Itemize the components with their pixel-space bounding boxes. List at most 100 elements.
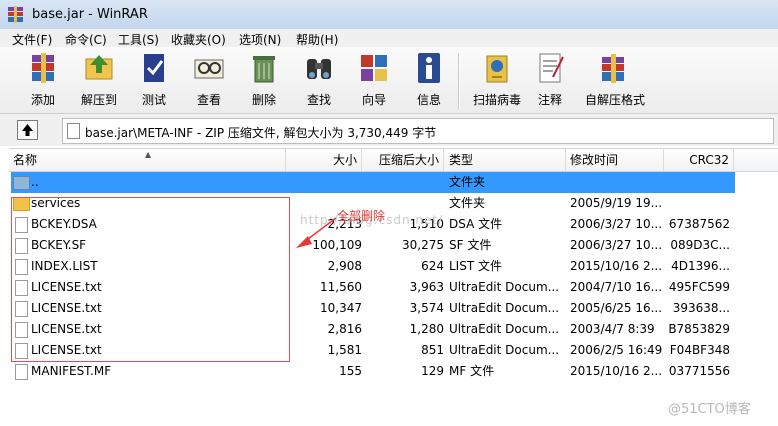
- test-button[interactable]: 测试: [130, 51, 178, 108]
- file-type: LIST 文件: [449, 259, 502, 273]
- extract-to-label: 解压到: [80, 93, 117, 107]
- test-label: 测试: [141, 93, 166, 107]
- delete-icon: [253, 56, 275, 83]
- scan-virus-label: 扫描病毒: [472, 93, 521, 107]
- wizard-icon: [361, 55, 387, 81]
- file-row[interactable]: MANIFEST.MF 155 129 MF 文件 2015/10/16 2... 037…: [9, 361, 778, 382]
- file-crc: [664, 193, 730, 214]
- file-modified: 2004/7/10 16...: [570, 280, 662, 294]
- file-packed: [362, 172, 444, 193]
- menu-help[interactable]: 帮助(H): [296, 31, 338, 48]
- file-type: UltraEdit Docum...: [449, 280, 560, 294]
- path-bar: base.jar\META-INF - ZIP 压缩文件, 解包大小为 3,73…: [0, 114, 778, 146]
- file-type: 文件夹: [449, 175, 486, 189]
- binoculars-icon: [307, 59, 331, 79]
- scan-virus-button[interactable]: 扫描病毒: [468, 51, 526, 108]
- file-modified: 2006/3/27 10...: [570, 217, 662, 231]
- file-packed: 3,574: [409, 301, 444, 315]
- add-label: 添加: [30, 93, 55, 107]
- file-crc: [664, 172, 730, 193]
- view-icon: [194, 59, 224, 79]
- archive-path-field[interactable]: base.jar\META-INF - ZIP 压缩文件, 解包大小为 3,73…: [62, 118, 774, 144]
- annotation-label: 全部删除: [337, 209, 386, 223]
- extract-to-button[interactable]: 解压到: [75, 51, 123, 108]
- column-size[interactable]: 大小: [286, 149, 362, 171]
- file-type: UltraEdit Docum...: [449, 343, 560, 357]
- file-size: 11,560: [320, 280, 362, 294]
- column-header: 名称 ▲ 大小 压缩后大小 类型 修改时间 CRC32: [9, 149, 778, 172]
- menu-options[interactable]: 选项(N): [239, 31, 281, 48]
- file-modified: 2006/3/27 10...: [570, 238, 662, 252]
- wizard-button[interactable]: 向导: [350, 51, 398, 108]
- file-size: [286, 172, 362, 193]
- annotation-highlight-box: [11, 197, 290, 362]
- delete-label: 删除: [251, 93, 276, 107]
- window-title: base.jar - WinRAR: [32, 7, 148, 22]
- column-packed[interactable]: 压缩后大小: [362, 149, 444, 171]
- file-row[interactable]: .. 文件夹: [9, 172, 778, 193]
- wizard-label: 向导: [361, 93, 386, 107]
- comment-label: 注释: [537, 93, 562, 107]
- file-modified: 2015/10/16 2...: [570, 364, 662, 378]
- toolbar: 添加 解压到 测试 查看 删除 查找 向导 信息 扫描病毒 注释 自解压格式: [0, 47, 778, 114]
- column-crc32[interactable]: CRC32: [664, 149, 734, 171]
- file-type: UltraEdit Docum...: [449, 322, 560, 336]
- view-label: 查看: [196, 93, 221, 107]
- menu-file[interactable]: 文件(F): [12, 31, 52, 48]
- file-packed: 30,275: [402, 238, 444, 252]
- find-button[interactable]: 查找: [295, 51, 343, 108]
- file-crc: 03771556: [668, 364, 730, 378]
- file-modified: 2005/9/19 19...: [570, 196, 662, 210]
- view-button[interactable]: 查看: [185, 51, 233, 108]
- annotation-arrow-icon: [296, 217, 337, 248]
- file-packed: 624: [421, 259, 444, 273]
- file-name: MANIFEST.MF: [31, 364, 112, 378]
- find-label: 查找: [306, 93, 331, 107]
- info-button[interactable]: 信息: [405, 51, 453, 108]
- file-modified: 2003/4/7 8:39: [570, 322, 655, 336]
- extract-icon: [85, 55, 113, 80]
- file-type: MF 文件: [449, 364, 495, 378]
- file-size: 2,816: [327, 322, 362, 336]
- sort-ascending-icon: ▲: [145, 150, 152, 159]
- toolbar-separator: [458, 53, 460, 109]
- menu-commands[interactable]: 命令(C): [65, 31, 107, 48]
- file-packed: 3,963: [409, 280, 444, 294]
- menu-tools[interactable]: 工具(S): [118, 31, 159, 48]
- column-type[interactable]: 类型: [444, 149, 566, 171]
- file-crc: 393638...: [672, 301, 730, 315]
- zip-file-icon: [67, 123, 80, 139]
- file-type: SF 文件: [449, 238, 492, 252]
- file-size: 155: [339, 364, 362, 378]
- winrar-app-icon: [8, 6, 23, 23]
- file-packed: 851: [421, 343, 444, 357]
- file-modified: 2006/2/5 16:49: [570, 343, 662, 357]
- comment-icon: [539, 53, 564, 83]
- sfx-button[interactable]: 自解压格式: [585, 51, 646, 108]
- file-modified: 2015/10/16 2...: [570, 259, 662, 273]
- up-one-level-button[interactable]: [17, 120, 38, 140]
- menu-favorites[interactable]: 收藏夹(O): [171, 31, 226, 48]
- title-bar: base.jar - WinRAR: [0, 0, 778, 30]
- add-button[interactable]: 添加: [19, 51, 67, 108]
- file-type: UltraEdit Docum...: [449, 301, 560, 315]
- column-modified[interactable]: 修改时间: [566, 149, 664, 171]
- file-type: DSA 文件: [449, 217, 503, 231]
- file-crc: F04BF348: [669, 343, 730, 357]
- info-label: 信息: [416, 93, 441, 107]
- test-icon: [144, 54, 164, 82]
- file-packed: 1,280: [409, 322, 444, 336]
- comment-button[interactable]: 注释: [526, 51, 574, 108]
- parent-folder-icon: [13, 176, 30, 190]
- sfx-label: 自解压格式: [585, 93, 646, 107]
- file-name: ..: [31, 175, 39, 189]
- file-crc: 4D1396...: [671, 259, 730, 273]
- info-icon: [418, 53, 440, 83]
- file-crc: B7853829: [668, 322, 730, 336]
- file-size: 1,581: [327, 343, 362, 357]
- file-size: 2,908: [327, 259, 362, 273]
- file-modified: 2005/6/25 16...: [570, 301, 662, 315]
- archive-path-text: base.jar\META-INF - ZIP 压缩文件, 解包大小为 3,73…: [85, 126, 437, 140]
- file-crc: 495FC599: [668, 280, 730, 294]
- delete-button[interactable]: 删除: [240, 51, 288, 108]
